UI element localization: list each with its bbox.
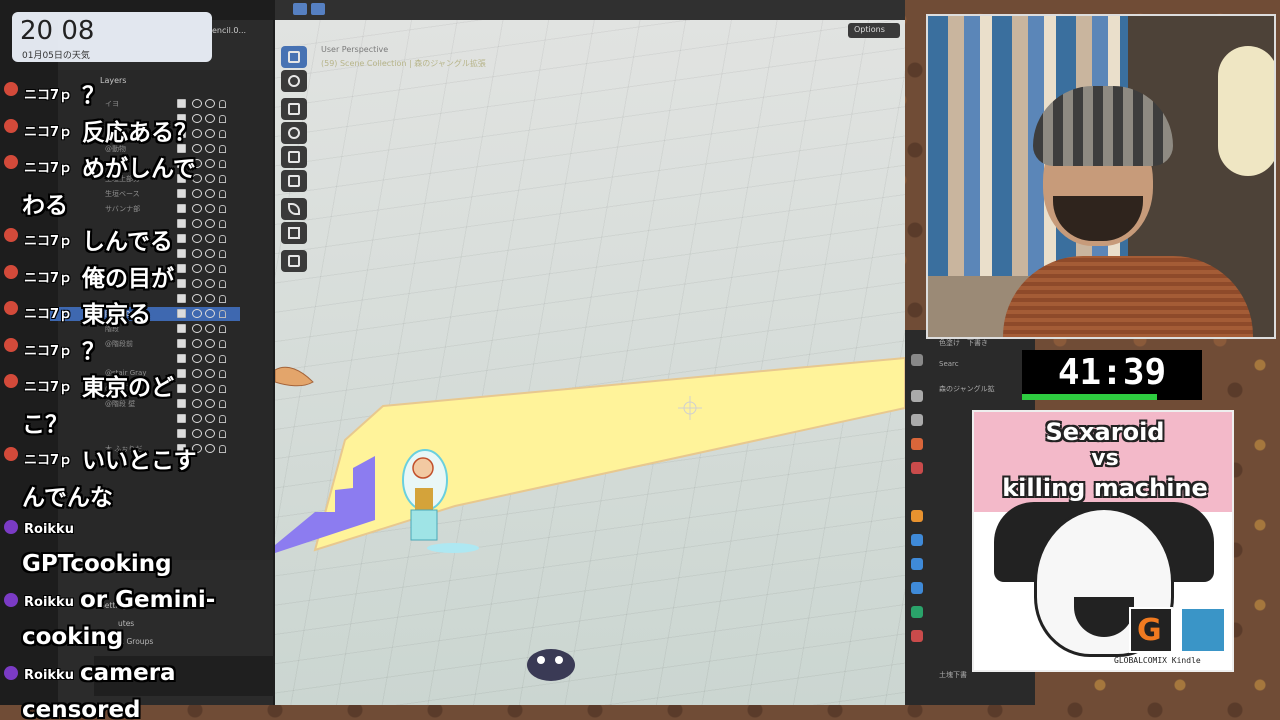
collection-name: 森のジャングル拡 [939, 385, 995, 393]
chat-text: んでんな [22, 484, 113, 511]
cat-sprite [527, 649, 575, 681]
promo-footer: GLOBALCOMIX Kindle [1114, 656, 1201, 665]
select-mode-icon[interactable] [311, 3, 325, 15]
chat-text: 俺の目が [82, 265, 174, 292]
user-badge-icon [4, 666, 18, 680]
chat-overlay: ニコ7ｐ？ニコ7ｐ 反応ある？ ニコ7ｐ めがしんで わる ニコ7ｐ しんでる ニコ7ｐ 俺の目… [0, 70, 270, 720]
plush-toy [1218, 46, 1274, 176]
user-badge-icon [4, 82, 18, 96]
yellow-road [313, 356, 905, 552]
clock-time: 20 08 [20, 16, 95, 46]
scene-name-partial: encil.0... [212, 26, 247, 35]
timer-value: 41:39 [1057, 352, 1167, 393]
clock-date: 01月05日の天気 [22, 51, 90, 61]
right-panel-top-label: 色塗け 下書き [939, 339, 988, 347]
chat-username: Roikku [24, 668, 74, 683]
user-badge-icon [4, 155, 18, 169]
user-badge-icon [4, 520, 18, 534]
clock-widget: 20 08 01月05日の天気 encil.0... [12, 12, 246, 62]
chat-text: ？ [82, 338, 105, 365]
promo-title-3: killing machine [1002, 474, 1208, 502]
user-badge-icon [4, 337, 18, 352]
user-badge-icon [4, 118, 18, 133]
scene-tab-icon[interactable] [911, 438, 923, 450]
chat-username: Roikku [24, 522, 74, 537]
render-tab-icon[interactable] [911, 390, 923, 402]
chat-username: ニコ7ｐ [24, 380, 73, 395]
select-box-icon[interactable] [293, 3, 307, 15]
modifier-tab-icon[interactable] [911, 534, 923, 546]
chat-text: 東京のど [82, 375, 174, 401]
chat-username: ニコ7ｐ [24, 161, 73, 176]
chat-text: わる [22, 192, 68, 219]
physics-tab-icon[interactable] [911, 582, 923, 594]
object-tab-icon[interactable] [911, 510, 923, 522]
globalcomix-logo-icon: G [1129, 607, 1173, 653]
user-badge-icon [4, 593, 18, 607]
chat-username: ニコ7ｐ [24, 343, 73, 359]
viewport-header [275, 0, 905, 20]
streamer [1003, 86, 1253, 337]
chat-username: Roikku [24, 595, 74, 610]
user-badge-icon [4, 374, 18, 388]
chat-text: 反応ある？ [82, 119, 197, 146]
chat-text: cooking [22, 623, 124, 650]
chat-text: censored [22, 696, 141, 720]
chat-text: camera [80, 660, 176, 686]
chat-text: こ？ [22, 411, 68, 438]
streamer-beanie [1033, 86, 1173, 166]
kindle-logo-icon [1180, 607, 1226, 653]
promo-title-1: Sexaroid [1045, 418, 1165, 446]
streamer-sweater [1003, 256, 1253, 337]
tool-tab-icon[interactable] [911, 354, 923, 366]
output-tab-icon[interactable] [911, 414, 923, 426]
chat-username: ニコ7ｐ [24, 307, 73, 322]
chat-text: 東京る [82, 302, 151, 328]
chat-text: しんでる [82, 229, 173, 255]
user-badge-icon [4, 228, 18, 242]
chat-username: ニコ7ｐ [24, 270, 73, 286]
chat-text: いいとこす [82, 448, 197, 474]
right-search[interactable]: Searc [939, 360, 999, 370]
comic-promo: Sexaroid vs killing machine G GLOBALCOMI… [972, 410, 1234, 672]
chat-text: めがしんで [82, 156, 196, 182]
chat-text: GPTcooking [22, 550, 172, 577]
data-tab-icon[interactable] [911, 606, 923, 618]
promo-title-2: vs [1091, 446, 1119, 471]
chat-text: or Gemini- [80, 587, 216, 613]
world-tab-icon[interactable] [911, 462, 923, 474]
user-badge-icon [4, 301, 18, 315]
chat-username: ニコ7ｐ [24, 124, 73, 140]
3d-viewport[interactable]: User Perspective (59) Scene Collection |… [275, 20, 905, 705]
chat-username: ニコ7ｐ [24, 453, 73, 468]
stream-timer: 41:39 [1022, 350, 1202, 400]
webcam-feed [926, 14, 1276, 339]
chat-username: ニコ7ｐ [24, 88, 73, 103]
timer-progress-bar [1022, 394, 1157, 400]
chat-username: ニコ7ｐ [24, 234, 73, 249]
material-tab-icon[interactable] [911, 630, 923, 642]
scene-drawing [275, 356, 905, 681]
chat-text: ？ [82, 83, 105, 109]
user-badge-icon [4, 447, 18, 461]
user-badge-icon [4, 264, 18, 279]
dog-sprite [275, 366, 314, 387]
effects-tab-icon[interactable] [911, 558, 923, 570]
